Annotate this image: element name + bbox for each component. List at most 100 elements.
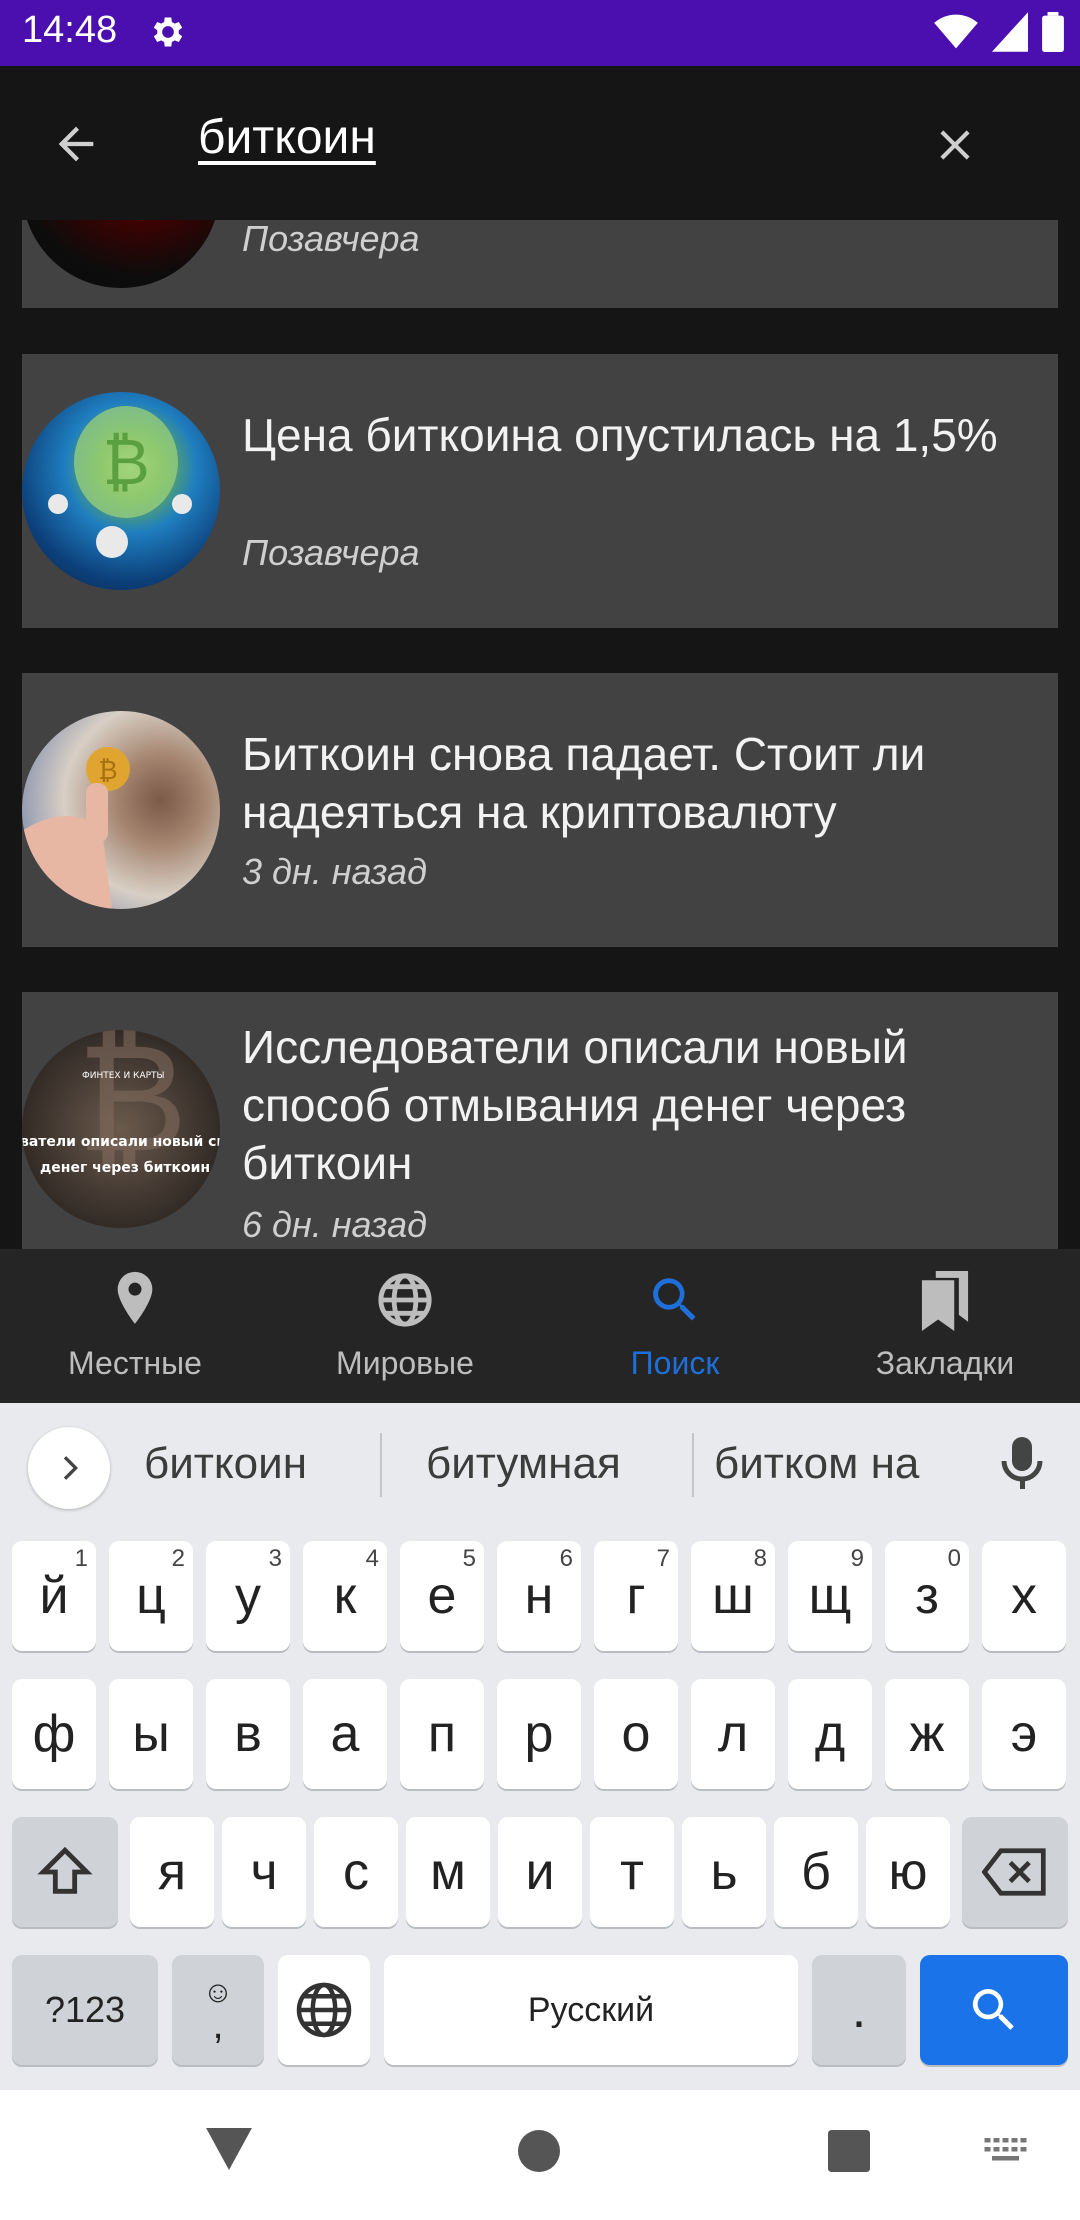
key-hint: 4: [365, 1545, 379, 1572]
key-о[interactable]: о: [594, 1679, 678, 1789]
search-icon: [972, 1989, 1014, 2030]
key-hint: 8: [753, 1545, 767, 1572]
search-results-list[interactable]: Позавчера ₿ Цена биткоина опустилась на …: [0, 220, 1080, 1249]
globe-icon: [376, 1271, 434, 1333]
key-label: у: [235, 1567, 261, 1625]
key-ь[interactable]: ь: [682, 1817, 766, 1927]
system-navigation-bar: [0, 2090, 1080, 2220]
key-hint: 1: [74, 1545, 88, 1572]
key-ч[interactable]: ч: [222, 1817, 306, 1927]
article-date: 6 дн. назад: [242, 1204, 428, 1245]
key-е[interactable]: е5: [400, 1541, 484, 1651]
news-card[interactable]: ₿ Цена биткоина опустилась на 1,5% Позав…: [22, 354, 1058, 628]
suggestion-divider: [692, 1433, 694, 1497]
hand-with-coin-icon: ₿: [22, 747, 130, 909]
search-header: биткоин: [0, 66, 1080, 220]
wifi-icon: [934, 12, 978, 56]
thumbnail-caption: ватели описали новый спосо: [22, 1134, 220, 1150]
nav-label: Поиск: [630, 1345, 720, 1381]
key-с[interactable]: с: [314, 1817, 398, 1927]
key-ю[interactable]: ю: [866, 1817, 950, 1927]
key-label: ,: [212, 2003, 224, 2047]
article-date: Позавчера: [242, 220, 420, 259]
language-key[interactable]: [278, 1955, 370, 2065]
suggestion-item[interactable]: биткоин: [144, 1439, 307, 1489]
nav-item-bookmarks[interactable]: Закладки: [810, 1249, 1080, 1403]
recents-square-icon[interactable]: [828, 2130, 870, 2176]
backspace-key[interactable]: [962, 1817, 1068, 1927]
key-л[interactable]: л: [691, 1679, 775, 1789]
globe-icon: [296, 1982, 352, 2038]
key-ж[interactable]: ж: [885, 1679, 969, 1789]
suggestion-item[interactable]: битком на: [714, 1439, 919, 1489]
bookmarks-icon: [917, 1271, 973, 1335]
key-б[interactable]: б: [774, 1817, 858, 1927]
keyboard-switch-icon[interactable]: [984, 2138, 1030, 2172]
search-input[interactable]: биткоин: [198, 110, 376, 165]
key-щ[interactable]: щ9: [788, 1541, 872, 1651]
bottom-navigation: Местные Мировые Поиск Закладки: [0, 1249, 1080, 1403]
nav-item-local[interactable]: Местные: [0, 1249, 270, 1403]
expand-suggestions-button[interactable]: [28, 1427, 110, 1509]
key-я[interactable]: я: [130, 1817, 214, 1927]
key-а[interactable]: а: [303, 1679, 387, 1789]
microphone-icon[interactable]: [998, 1435, 1046, 1495]
key-ф[interactable]: ф: [12, 1679, 96, 1789]
svg-text:₿: ₿: [98, 756, 117, 786]
key-р[interactable]: р: [497, 1679, 581, 1789]
key-hint: 2: [171, 1545, 185, 1572]
key-у[interactable]: у3: [206, 1541, 290, 1651]
close-icon[interactable]: [930, 120, 980, 174]
key-hint: 9: [850, 1545, 864, 1572]
home-circle-icon[interactable]: [518, 2130, 560, 2176]
news-card[interactable]: Позавчера: [22, 220, 1058, 308]
nav-label: Мировые: [336, 1345, 474, 1381]
period-key[interactable]: .: [812, 1955, 906, 2065]
key-з[interactable]: з0: [885, 1541, 969, 1651]
bitcoin-coin-icon: ₿: [48, 406, 192, 558]
article-thumbnail: [22, 220, 220, 288]
key-г[interactable]: г7: [594, 1541, 678, 1651]
key-э[interactable]: э: [982, 1679, 1066, 1789]
key-label: н: [524, 1567, 554, 1625]
battery-icon: [1042, 12, 1064, 56]
suggestion-strip: биткоин битумная битком на: [0, 1403, 1080, 1523]
key-т[interactable]: т: [590, 1817, 674, 1927]
key-ш[interactable]: ш8: [691, 1541, 775, 1651]
key-д[interactable]: д: [788, 1679, 872, 1789]
search-icon: [646, 1271, 704, 1333]
key-м[interactable]: м: [406, 1817, 490, 1927]
symbols-key[interactable]: ?123: [12, 1955, 158, 2065]
suggestion-divider: [380, 1433, 382, 1497]
key-и[interactable]: и: [498, 1817, 582, 1927]
key-х[interactable]: х: [982, 1541, 1066, 1651]
back-arrow-icon[interactable]: [50, 118, 102, 174]
article-thumbnail: ₿: [22, 392, 220, 590]
shift-key[interactable]: [12, 1817, 118, 1927]
suggestion-item[interactable]: битумная: [426, 1439, 621, 1489]
space-key[interactable]: Русский: [384, 1955, 798, 2065]
key-в[interactable]: в: [206, 1679, 290, 1789]
article-date: Позавчера: [242, 532, 420, 573]
news-card[interactable]: ₿ Биткоин снова падает. Стоит ли надеять…: [22, 673, 1058, 947]
svg-text:₿: ₿: [102, 426, 149, 500]
key-н[interactable]: н6: [497, 1541, 581, 1651]
nav-item-search[interactable]: Поиск: [540, 1249, 810, 1403]
search-key[interactable]: [920, 1955, 1068, 2065]
key-к[interactable]: к4: [303, 1541, 387, 1651]
thumbnail-caption: денег через биткоин: [40, 1160, 210, 1176]
emoji-comma-key[interactable]: ☺ ,: [172, 1955, 264, 2065]
key-ы[interactable]: ы: [109, 1679, 193, 1789]
article-date: 3 дн. назад: [242, 851, 428, 892]
nav-item-world[interactable]: Мировые: [270, 1249, 540, 1403]
key-п[interactable]: п: [400, 1679, 484, 1789]
key-й[interactable]: й1: [12, 1541, 96, 1651]
article-thumbnail: ₿: [22, 711, 220, 909]
location-pin-icon: [109, 1271, 161, 1333]
back-triangle-icon[interactable]: [206, 2128, 252, 2174]
article-thumbnail: ₿ ФИНТЕХ И КАРТЫ ватели описали новый сп…: [22, 1030, 220, 1228]
news-card[interactable]: ₿ ФИНТЕХ И КАРТЫ ватели описали новый сп…: [22, 992, 1058, 1249]
shift-arrow-icon: [37, 1846, 93, 1894]
backspace-icon: [982, 1848, 1046, 1896]
key-ц[interactable]: ц2: [109, 1541, 193, 1651]
